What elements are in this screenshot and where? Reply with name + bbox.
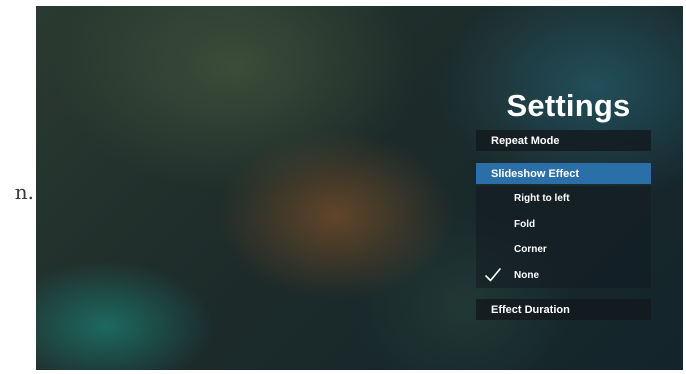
option-corner[interactable]: Corner [476, 237, 651, 261]
effect-duration-item[interactable]: Effect Duration [476, 299, 651, 320]
slideshow-effect-item[interactable]: Slideshow Effect [476, 163, 651, 184]
repeat-mode-label: Repeat Mode [491, 134, 560, 147]
check-icon [485, 268, 501, 282]
effect-duration-label: Effect Duration [491, 303, 570, 316]
option-label: Right to left [514, 192, 570, 204]
option-label: Corner [514, 243, 547, 255]
option-label: None [514, 269, 539, 281]
slideshow-effect-label: Slideshow Effect [491, 167, 580, 180]
option-right-to-left[interactable]: Right to left [476, 186, 651, 210]
option-label: Fold [514, 218, 536, 230]
slideshow-screen: Settings Repeat Mode Slideshow Effect Ri… [36, 6, 683, 370]
page-margin-text: n. [14, 180, 34, 204]
option-none[interactable]: None [476, 263, 651, 287]
settings-title: Settings [506, 88, 631, 123]
option-fold[interactable]: Fold [476, 212, 651, 236]
repeat-mode-item[interactable]: Repeat Mode [476, 130, 651, 151]
